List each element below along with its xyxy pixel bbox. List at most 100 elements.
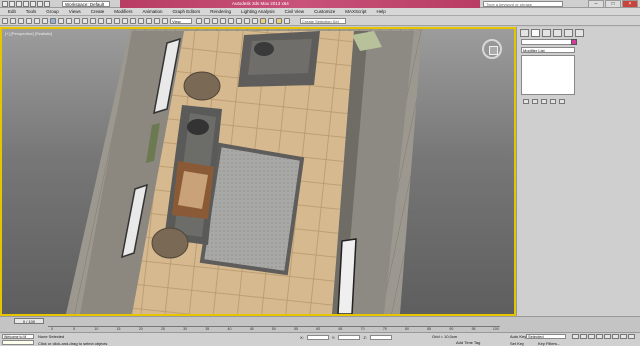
modify-tab-icon[interactable] [531, 29, 540, 37]
rendered-frame-window-icon[interactable] [268, 18, 274, 24]
pin-stack-icon[interactable] [523, 99, 529, 104]
y-field[interactable] [338, 335, 361, 340]
goto-end-icon[interactable] [604, 334, 611, 339]
play-icon[interactable] [588, 334, 595, 339]
mirror-icon[interactable] [204, 18, 210, 24]
manipulate-icon[interactable] [122, 18, 128, 24]
viewcube-icon[interactable] [482, 39, 502, 59]
create-tab-icon[interactable] [520, 29, 529, 37]
workspace-dropdown[interactable]: Workspace: Default [62, 1, 110, 7]
render-setup-icon[interactable] [260, 18, 266, 24]
graphite-ribbon-icon[interactable] [228, 18, 234, 24]
redo-icon[interactable] [37, 1, 43, 7]
menu-edit[interactable]: Edit [3, 9, 21, 14]
z-label: Z: [363, 335, 367, 340]
edit-named-selection-icon[interactable] [196, 18, 202, 24]
modifier-list-dropdown[interactable]: Modifier List [521, 47, 575, 53]
save-icon[interactable] [23, 1, 29, 7]
maximize-button[interactable]: □ [605, 0, 621, 8]
goto-start-icon[interactable] [572, 334, 579, 339]
schematic-view-icon[interactable] [244, 18, 250, 24]
rectangle-selection-icon[interactable] [66, 18, 72, 24]
auto-key-button[interactable]: Auto Key [510, 334, 526, 339]
window-crossing-icon[interactable] [74, 18, 80, 24]
curve-editor-icon[interactable] [236, 18, 242, 24]
link-icon[interactable] [18, 18, 24, 24]
menu-graph-editors[interactable]: Graph Editors [168, 9, 206, 14]
selection-set-dropdown[interactable]: Create Selection Set [300, 18, 346, 24]
undo-icon[interactable] [30, 1, 36, 7]
material-editor-icon[interactable] [252, 18, 258, 24]
bind-spacewarp-icon[interactable] [34, 18, 40, 24]
close-button[interactable]: × [622, 0, 638, 8]
snap-toggle-icon[interactable] [138, 18, 144, 24]
search-input[interactable]: Type a keyword or phrase [483, 1, 563, 7]
redo-icon[interactable] [10, 18, 16, 24]
remove-modifier-icon[interactable] [550, 99, 556, 104]
undo-icon[interactable] [2, 18, 8, 24]
menu-modifiers[interactable]: Modifiers [109, 9, 137, 14]
z-field[interactable] [369, 335, 392, 340]
unlink-icon[interactable] [26, 18, 32, 24]
render-production-icon[interactable] [276, 18, 282, 24]
select-object-icon[interactable] [50, 18, 56, 24]
open-icon[interactable] [16, 1, 22, 7]
maxscript-listener[interactable]: Welcome to M [2, 334, 34, 339]
modifier-stack[interactable] [521, 55, 575, 95]
new-icon[interactable] [9, 1, 15, 7]
selection-filter-icon[interactable] [42, 18, 48, 24]
make-unique-icon[interactable] [541, 99, 547, 104]
previous-frame-icon[interactable] [580, 334, 587, 339]
scale-icon[interactable] [98, 18, 104, 24]
orbit-icon[interactable] [628, 334, 635, 339]
align-icon[interactable] [212, 18, 218, 24]
menu-maxscript[interactable]: MAXScript [340, 9, 371, 14]
key-filters-button[interactable]: Key Filters... [538, 341, 560, 346]
next-frame-icon[interactable] [596, 334, 603, 339]
minimize-button[interactable]: – [588, 0, 604, 8]
menu-rendering[interactable]: Rendering [205, 9, 236, 14]
prompt-line: Click or click-and-drag to select object… [38, 341, 108, 346]
angle-snap-icon[interactable] [146, 18, 152, 24]
menu-animation[interactable]: Animation [138, 9, 168, 14]
time-slider[interactable]: 0 / 100 [14, 318, 44, 324]
menu-civil-view[interactable]: Civil View [280, 9, 309, 14]
configure-sets-icon[interactable] [559, 99, 565, 104]
menu-create[interactable]: Create [86, 9, 110, 14]
reference-coord-icon[interactable] [106, 18, 112, 24]
spinner-snap-icon[interactable] [162, 18, 168, 24]
menu-group[interactable]: Group [41, 9, 64, 14]
x-field[interactable] [306, 335, 329, 340]
viewport-label[interactable]: [+] [Perspective] [Realistic] [5, 31, 52, 36]
pivot-center-icon[interactable] [114, 18, 120, 24]
zoom-icon[interactable] [612, 334, 619, 339]
menu-tools[interactable]: Tools [21, 9, 42, 14]
menu-views[interactable]: Views [64, 9, 86, 14]
hierarchy-tab-icon[interactable] [542, 29, 551, 37]
key-mode-dropdown[interactable]: Selected [526, 334, 566, 339]
set-key-button[interactable]: Set Key [510, 341, 524, 346]
menu-lighting-analysis[interactable]: Lighting Analysis [236, 9, 280, 14]
object-color-swatch[interactable] [571, 39, 577, 45]
show-end-result-icon[interactable] [532, 99, 538, 104]
display-tab-icon[interactable] [564, 29, 573, 37]
motion-tab-icon[interactable] [553, 29, 562, 37]
maxscript-input[interactable] [2, 340, 34, 345]
menu-help[interactable]: Help [372, 9, 391, 14]
rotate-icon[interactable] [90, 18, 96, 24]
keyboard-shortcut-icon[interactable] [130, 18, 136, 24]
project-folder-icon[interactable] [44, 1, 50, 7]
select-by-name-icon[interactable] [58, 18, 64, 24]
perspective-viewport[interactable]: [+] [Perspective] [Realistic] [0, 27, 516, 316]
add-time-tag-button[interactable]: Add Time Tag [456, 340, 480, 345]
app-menu-icon[interactable] [2, 1, 8, 7]
percent-snap-icon[interactable] [154, 18, 160, 24]
utilities-tab-icon[interactable] [575, 29, 584, 37]
pan-icon[interactable] [620, 334, 627, 339]
menu-customize[interactable]: Customize [309, 9, 340, 14]
layer-manager-icon[interactable] [220, 18, 226, 24]
move-icon[interactable] [82, 18, 88, 24]
reference-coordinate-dropdown[interactable]: View [170, 18, 192, 24]
render-iterative-icon[interactable] [284, 18, 290, 24]
object-name-field[interactable] [521, 39, 573, 45]
